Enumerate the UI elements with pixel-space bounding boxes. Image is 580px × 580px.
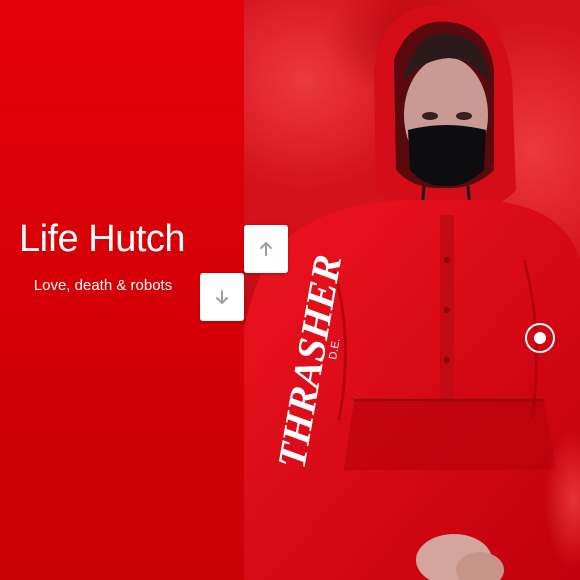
page: Life Hutch Love, death & robots THRASHER… [0, 0, 580, 580]
hero-photo: THRASHER D.E. [244, 0, 580, 580]
site-title: Life Hutch [18, 218, 186, 260]
arrow-up-icon [260, 242, 272, 256]
site-tagline: Love, death & robots [33, 277, 173, 294]
arrow-down-icon [216, 290, 228, 304]
scroll-up-button[interactable] [244, 225, 288, 273]
scroll-down-button[interactable] [200, 273, 244, 321]
